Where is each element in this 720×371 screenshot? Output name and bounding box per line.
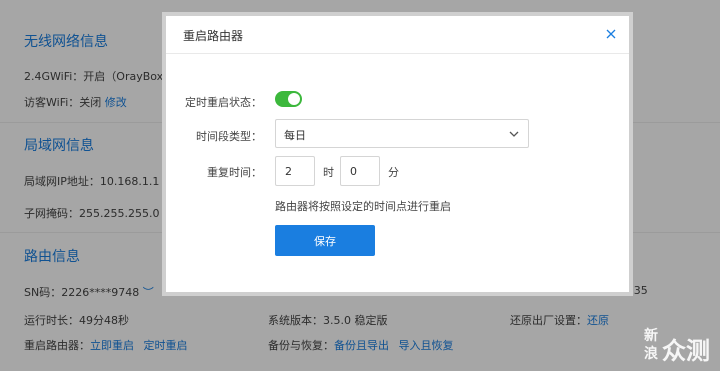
chevron-down-icon bbox=[509, 131, 519, 137]
watermark-char: 众测 bbox=[662, 337, 710, 365]
watermark-logo: 新 浪 众测 bbox=[644, 325, 714, 365]
minute-input[interactable] bbox=[340, 156, 380, 186]
hour-input[interactable] bbox=[275, 156, 315, 186]
period-type-label: 时间段类型： bbox=[196, 130, 262, 143]
hour-unit: 时 bbox=[323, 166, 334, 179]
repeat-time-label: 重复时间： bbox=[207, 166, 262, 179]
dialog-title: 重启路由器 bbox=[183, 29, 244, 43]
save-button[interactable]: 保存 bbox=[275, 225, 375, 256]
restart-hint: 路由器将按照设定的时间点进行重启 bbox=[275, 200, 451, 213]
minute-unit: 分 bbox=[388, 166, 399, 179]
close-icon[interactable] bbox=[602, 25, 620, 43]
scheduled-restart-toggle[interactable] bbox=[275, 91, 302, 107]
watermark-char: 浪 bbox=[644, 346, 658, 362]
watermark-char: 新 bbox=[644, 328, 658, 344]
period-type-select[interactable]: 每日 bbox=[275, 119, 529, 148]
dialog-header: 重启路由器 bbox=[166, 16, 629, 54]
restart-router-dialog: 重启路由器 定时重启状态： 时间段类型： 每日 重复时间： 时 分 路由器将按照… bbox=[162, 12, 633, 296]
period-type-value: 每日 bbox=[284, 129, 306, 142]
scheduled-restart-status-label: 定时重启状态： bbox=[185, 96, 262, 109]
toggle-knob bbox=[288, 93, 300, 105]
